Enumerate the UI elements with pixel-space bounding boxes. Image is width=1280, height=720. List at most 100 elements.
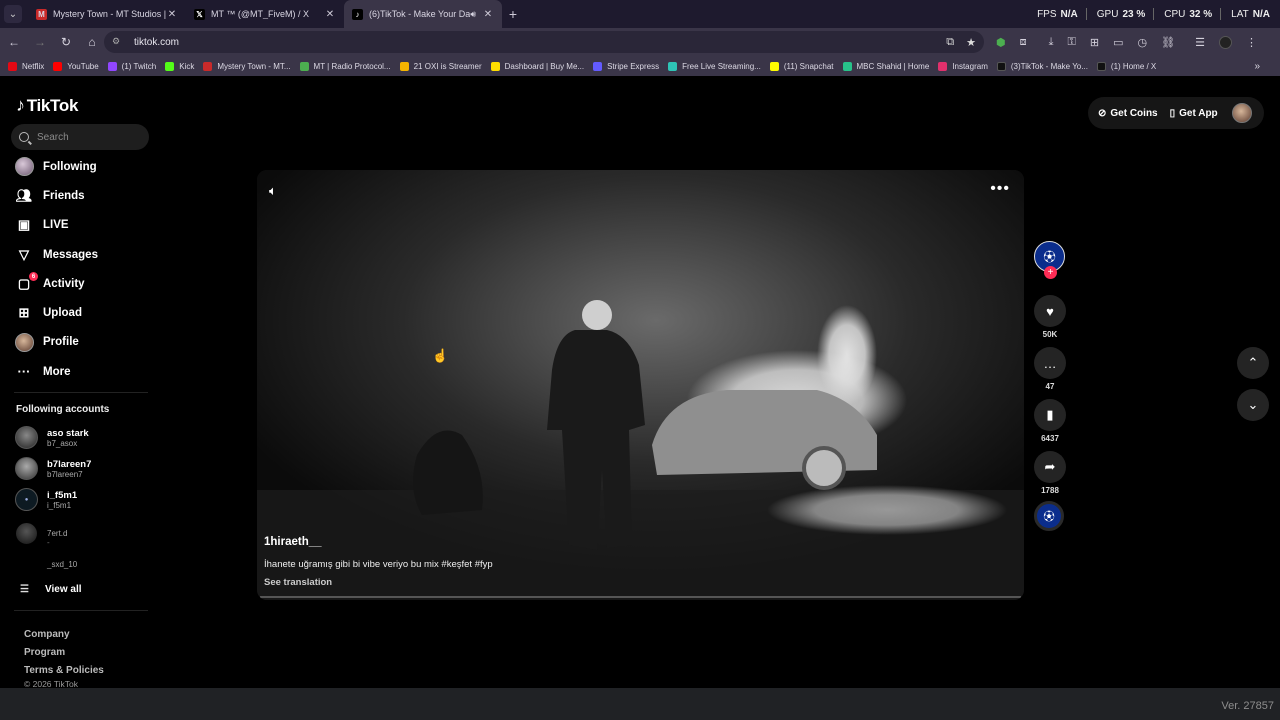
bookmark-item[interactable]: MBC Shahid | Home [842, 61, 929, 71]
close-icon[interactable]: ✕ [324, 9, 336, 20]
mystery-town-favicon-icon: M [36, 8, 47, 20]
site-info-icon[interactable]: ⚙ [112, 36, 124, 48]
shield-extension-icon[interactable]: ⬢ [996, 36, 1006, 49]
account-handle: _sxd_10 [47, 560, 78, 569]
bookmark-item[interactable]: (3)TikTok - Make Yo... [996, 61, 1088, 71]
account-handle: 7ert.d [47, 529, 68, 538]
volume-icon[interactable]: 🔈︎ [269, 183, 277, 199]
sidebar-icon[interactable]: ☰ [1195, 36, 1205, 49]
sidebar-item-following[interactable]: Following [14, 152, 98, 181]
home-icon[interactable]: ⌂ [80, 30, 104, 54]
tiktok-page: ♪ TikTok Search Following 👥︎ Friends ▣ L… [0, 76, 1280, 689]
more-options-icon[interactable]: ••• [990, 180, 1010, 198]
tiktok-logo[interactable]: ♪ TikTok [16, 95, 78, 116]
bookmarks-bar: Netflix YouTube (1) Twitch Kick Mystery … [0, 56, 1280, 76]
next-video-button[interactable]: ⌄ [1237, 389, 1269, 421]
sidebar-item-label: Profile [43, 336, 79, 349]
following-account[interactable]: 7ert.d - [15, 519, 67, 547]
radio-icon [299, 61, 309, 71]
previous-video-button[interactable]: ⌃ [1237, 347, 1269, 379]
following-account[interactable]: _sxd_10 [15, 550, 77, 573]
history-icon[interactable]: ◷ [1137, 36, 1147, 49]
save-button[interactable]: ▮ [1034, 399, 1066, 431]
bookmark-item[interactable]: Kick [165, 61, 194, 71]
footer-program-link[interactable]: Program [24, 644, 104, 662]
footer-company-link[interactable]: Company [24, 626, 104, 644]
sidebar-item-messages[interactable]: ▽ Messages [14, 240, 98, 269]
music-disc[interactable]: ⚽︎ [1034, 501, 1064, 531]
browser-tab[interactable]: 𝕏 MT ™ (@MT_FiveM) / X ✕ [186, 0, 344, 28]
menu-kebab-icon[interactable]: ⋮ [1246, 36, 1257, 49]
bookmark-item[interactable]: 21 OXI is Streamer [399, 61, 482, 71]
close-icon[interactable]: ✕ [482, 9, 494, 20]
see-translation-link[interactable]: See translation [264, 577, 332, 588]
bookmark-item[interactable]: Dashboard | Buy Me... [490, 61, 584, 71]
wallet-icon[interactable]: ▭ [1113, 36, 1123, 49]
new-tab-button[interactable]: + [502, 6, 524, 22]
video-player[interactable]: 🔈︎ ••• 1hiraeth__ İhanete uğramış gibi b… [257, 170, 1024, 600]
puzzle-extension-icon[interactable]: ⧈ [1020, 36, 1027, 49]
share-button[interactable]: ➦ [1034, 451, 1066, 483]
footer-terms-link[interactable]: Terms & Policies [24, 662, 104, 680]
bookmark-item[interactable]: Netflix [8, 61, 44, 71]
sidebar-item-profile[interactable]: Profile [14, 328, 98, 357]
tiktok-icon [996, 61, 1006, 71]
sidebar-item-label: LIVE [43, 219, 69, 232]
search-input[interactable]: Search [11, 124, 149, 150]
bookmark-label: MT | Radio Protocol... [313, 61, 391, 71]
video-author[interactable]: 1hiraeth__ [264, 536, 322, 548]
lat-value: N/A [1252, 8, 1270, 20]
bookmark-label: Stripe Express [607, 61, 660, 71]
reload-icon[interactable]: ↻ [54, 30, 78, 54]
following-account[interactable]: ● i_f5m1 i_f5m1 [15, 488, 77, 511]
comment-button[interactable]: … [1034, 347, 1066, 379]
bookmark-item[interactable]: Mystery Town - MT... [203, 61, 291, 71]
sidebar-item-activity[interactable]: ▢ 6 Activity [14, 269, 98, 298]
get-app-button[interactable]: ▯ Get App [1170, 108, 1218, 119]
user-avatar[interactable] [1231, 103, 1252, 123]
bookmark-item[interactable]: (1) Twitch [107, 61, 156, 71]
get-coins-label: Get Coins [1110, 107, 1158, 119]
bookmark-item[interactable]: YouTube [53, 61, 99, 71]
follow-plus-icon[interactable]: + [1044, 266, 1057, 279]
bookmarks-overflow-icon[interactable]: » [1254, 61, 1260, 72]
key-icon[interactable]: ⚿ [1067, 36, 1075, 49]
following-account[interactable]: aso stark b7_asox [15, 426, 89, 449]
netflix-icon [8, 61, 17, 71]
forward-icon[interactable]: → [28, 30, 52, 54]
like-button[interactable]: ♥ [1034, 295, 1066, 327]
bookmark-star-icon[interactable]: ★ [966, 36, 976, 49]
video-progress-bar[interactable] [260, 596, 1021, 598]
profile-avatar-icon[interactable] [1218, 35, 1232, 49]
download-icon[interactable]: ⤓ [1049, 36, 1054, 49]
sidebar-item-live[interactable]: ▣ LIVE [14, 211, 98, 240]
address-bar[interactable]: ⚙ tiktok.com ⧉ ★ [104, 31, 984, 53]
link-icon[interactable]: ⛓ [1161, 36, 1175, 49]
cast-icon[interactable]: ⧉ [946, 36, 954, 49]
following-account[interactable]: b7lareen7 b7lareen7 [15, 457, 91, 480]
close-icon[interactable]: ✕ [166, 9, 178, 20]
account-name: i_f5m1 [47, 489, 78, 501]
sidebar-item-upload[interactable]: ⊞ Upload [14, 298, 98, 327]
tab-search-button[interactable]: ⌄ [4, 5, 22, 23]
bookmark-item[interactable]: Free Live Streaming... [668, 61, 761, 71]
account-name: aso stark [47, 427, 89, 439]
creator-avatar[interactable]: ⚽︎ + [1034, 241, 1065, 279]
bookmark-item[interactable]: (11) Snapchat [769, 61, 834, 71]
bookmark-item[interactable]: (1) Home / X [1096, 61, 1156, 71]
browser-tab[interactable]: M Mystery Town - MT Studios | M ✕ [28, 0, 186, 28]
x-favicon-icon: 𝕏 [194, 8, 205, 20]
mystery-town-icon [203, 61, 213, 71]
sidebar-item-more[interactable]: ··· More [14, 357, 98, 386]
speaker-icon[interactable]: 🔊︎ [470, 9, 476, 20]
upload-icon: ⊞ [18, 305, 30, 321]
bookmark-item[interactable]: Stripe Express [593, 61, 660, 71]
bookmark-item[interactable]: Instagram [938, 61, 988, 71]
translate-icon[interactable]: ⊞ [1090, 36, 1099, 49]
view-all-link[interactable]: ☰ View all [20, 584, 82, 595]
get-coins-button[interactable]: ⊘ Get Coins [1098, 108, 1158, 119]
bookmark-item[interactable]: MT | Radio Protocol... [299, 61, 391, 71]
back-icon[interactable]: ← [2, 30, 26, 54]
sidebar-item-friends[interactable]: 👥︎ Friends [14, 181, 98, 210]
browser-tab-active[interactable]: ♪ (6)TikTok - Make Your Day 🔊︎ ✕ [344, 0, 502, 28]
